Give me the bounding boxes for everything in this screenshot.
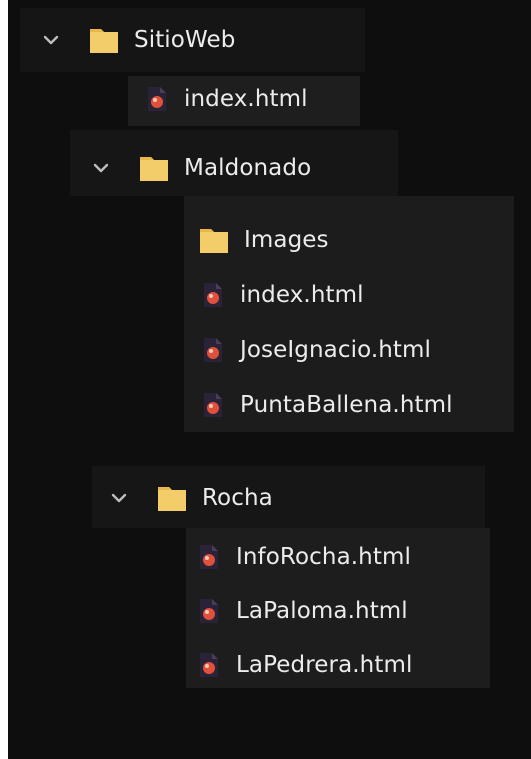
tree-file[interactable]: InfoRocha.html: [198, 537, 411, 577]
folder-label: SitioWeb: [134, 27, 236, 53]
file-explorer-tree: SitioWeb index.html Maldonado Images ind…: [0, 0, 531, 759]
tree-file[interactable]: index.html: [202, 275, 364, 315]
tree-file[interactable]: PuntaBallena.html: [202, 385, 453, 425]
folder-label: Images: [244, 227, 329, 253]
file-label: index.html: [240, 282, 364, 308]
tree-folder-images[interactable]: Images: [198, 220, 329, 260]
chevron-down-icon[interactable]: [40, 29, 62, 51]
folder-icon: [140, 157, 168, 181]
file-label: InfoRocha.html: [236, 544, 411, 570]
tree-file[interactable]: LaPaloma.html: [198, 591, 408, 631]
tree-folder-maldonado[interactable]: Maldonado: [90, 148, 311, 188]
folder-icon: [200, 229, 228, 253]
folder-icon: [90, 29, 118, 53]
file-label: LaPedrera.html: [236, 652, 413, 678]
html-file-icon: [200, 545, 218, 569]
file-label: JoseIgnacio.html: [240, 337, 432, 363]
file-label: index.html: [184, 86, 308, 112]
html-file-icon: [148, 87, 166, 111]
html-file-icon: [204, 338, 222, 362]
file-label: PuntaBallena.html: [240, 392, 453, 418]
html-file-icon: [204, 393, 222, 417]
chevron-down-icon[interactable]: [108, 487, 130, 509]
html-file-icon: [200, 653, 218, 677]
tree-file[interactable]: JoseIgnacio.html: [202, 330, 431, 370]
tree-folder-sitioweb[interactable]: SitioWeb: [40, 20, 235, 60]
html-file-icon: [204, 283, 222, 307]
folder-icon: [158, 487, 186, 511]
folder-label: Rocha: [202, 485, 273, 511]
tree-folder-rocha[interactable]: Rocha: [108, 478, 273, 518]
tree-file[interactable]: index.html: [146, 79, 308, 119]
folder-label: Maldonado: [184, 155, 312, 181]
chevron-down-icon[interactable]: [90, 157, 112, 179]
tree-file[interactable]: LaPedrera.html: [198, 645, 412, 685]
file-label: LaPaloma.html: [236, 598, 408, 624]
html-file-icon: [200, 599, 218, 623]
